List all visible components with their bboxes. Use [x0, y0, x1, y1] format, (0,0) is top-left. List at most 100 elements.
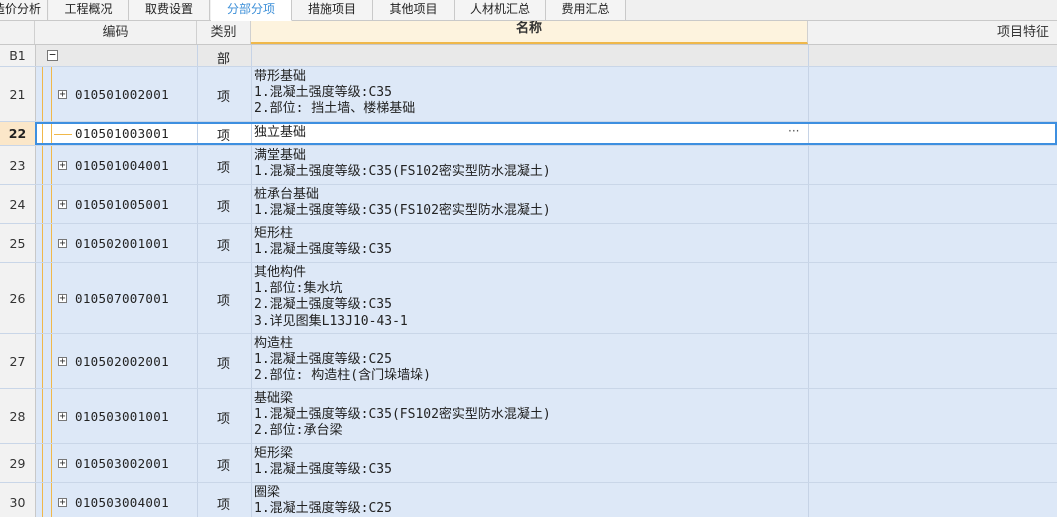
section-row-b1[interactable]: B1− 部: [0, 45, 1057, 67]
row-number[interactable]: 30: [0, 483, 36, 517]
tree-branch-line: [54, 133, 72, 135]
feature-column-header[interactable]: 项目特征: [808, 21, 1057, 44]
category-cell[interactable]: 项: [197, 196, 250, 215]
table-row-selected[interactable]: 22 010501003001 项独立基础 ···: [0, 122, 1057, 146]
tab-measures[interactable]: 措施项目: [292, 0, 373, 20]
item-description-line: 1.部位:集水坑: [254, 281, 343, 297]
column-divider: [251, 444, 252, 482]
item-description-line: 2.部位: 构造柱(含门垛墙垛): [254, 368, 431, 384]
expand-icon[interactable]: +: [58, 238, 67, 248]
tab-other-items[interactable]: 其他项目: [373, 0, 455, 20]
table-row[interactable]: 23 +010501004001 项满堂基础 1.混凝土强度等级:C35(FS102密…: [0, 146, 1057, 185]
item-description-line: 2.部位:承台梁: [254, 423, 343, 439]
category-cell[interactable]: 项: [197, 125, 250, 144]
table-row[interactable]: 21 +010501002001 项带形基础 1.混凝土强度等级:C35 2.部位: 挡…: [0, 67, 1057, 122]
tree-guide-line: [42, 483, 43, 517]
tab-strip: 造价分析工程概况取费设置分部分项措施项目其他项目人材机汇总费用汇总: [0, 0, 1057, 21]
code-cell[interactable]: 010501005001: [75, 197, 169, 212]
column-divider: [808, 389, 809, 443]
table-row[interactable]: 27 +010502002001 项构造柱 1.混凝土强度等级:C25 2.部位: 构造…: [0, 334, 1057, 389]
name-cell[interactable]: 带形基础 1.混凝土强度等级:C35 2.部位: 挡土墙、楼梯基础: [254, 69, 807, 118]
code-cell[interactable]: 010503002001: [75, 456, 169, 471]
expand-icon[interactable]: +: [58, 199, 67, 209]
tab-fee-settings[interactable]: 取费设置: [129, 0, 210, 20]
expand-icon[interactable]: +: [58, 497, 67, 507]
tab-project-overview[interactable]: 工程概况: [49, 0, 129, 20]
tree-guide-line: [42, 122, 43, 145]
row-number[interactable]: 25: [0, 224, 36, 262]
table-row[interactable]: 26 +010507007001 项其他构件 1.部位:集水坑 2.混凝土强度等级:C3…: [0, 263, 1057, 334]
name-cell[interactable]: 矩形梁 1.混凝土强度等级:C35: [254, 446, 807, 478]
row-number[interactable]: 29: [0, 444, 36, 482]
expand-icon[interactable]: +: [58, 89, 67, 99]
table-row[interactable]: 24 +010501005001 项桩承台基础 1.混凝土强度等级:C35(FS102…: [0, 185, 1057, 224]
name-cell[interactable]: 基础梁 1.混凝土强度等级:C35(FS102密实型防水混凝土) 2.部位:承台梁: [254, 391, 807, 440]
category-cell[interactable]: 项: [197, 157, 250, 176]
row-number[interactable]: 24: [0, 185, 36, 223]
code-cell[interactable]: 010503001001: [75, 409, 169, 424]
category-cell[interactable]: 项: [197, 494, 250, 513]
item-name: 矩形梁: [254, 446, 294, 461]
row-number[interactable]: 27: [0, 334, 36, 388]
row-number[interactable]: 28: [0, 389, 36, 443]
code-cell[interactable]: 010502002001: [75, 354, 169, 369]
name-cell[interactable]: 其他构件 1.部位:集水坑 2.混凝土强度等级:C35 3.详见图集L13J10-43…: [254, 265, 807, 330]
table-row[interactable]: 30 +010503004001 项圈梁 1.混凝土强度等级:C25: [0, 483, 1057, 517]
name-cell[interactable]: 桩承台基础 1.混凝土强度等级:C35(FS102密实型防水混凝土): [254, 187, 807, 219]
code-cell[interactable]: 010503004001: [75, 495, 169, 510]
code-column-header[interactable]: 编码: [35, 21, 197, 44]
expand-icon[interactable]: +: [58, 411, 67, 421]
name-cell[interactable]: 满堂基础 1.混凝土强度等级:C35(FS102密实型防水混凝土): [254, 148, 807, 180]
item-name: 矩形柱: [254, 226, 294, 241]
tab-cost-analysis[interactable]: 造价分析: [0, 0, 48, 20]
tab-itemized-works[interactable]: 分部分项: [211, 0, 292, 21]
code-cell[interactable]: 010502001001: [75, 236, 169, 251]
row-number[interactable]: 22: [0, 122, 36, 145]
table-row[interactable]: 28 +010503001001 项基础梁 1.混凝土强度等级:C35(FS102密实…: [0, 389, 1057, 444]
item-name: 基础梁: [254, 391, 294, 406]
tab-labor-material-summary[interactable]: 人材机汇总: [455, 0, 546, 20]
tab-fee-summary[interactable]: 费用汇总: [546, 0, 626, 20]
item-name: 满堂基础: [254, 148, 307, 163]
table-row[interactable]: 25 +010502001001 项矩形柱 1.混凝土强度等级:C35: [0, 224, 1057, 263]
expand-icon[interactable]: +: [58, 293, 67, 303]
expand-icon[interactable]: +: [58, 458, 67, 468]
code-cell[interactable]: 010501003001: [75, 126, 169, 141]
category-cell[interactable]: 项: [197, 455, 250, 474]
expand-icon[interactable]: +: [58, 356, 67, 366]
code-cell[interactable]: 010501004001: [75, 158, 169, 173]
row-number[interactable]: 26: [0, 263, 36, 333]
collapse-icon[interactable]: −: [47, 49, 58, 61]
category-cell[interactable]: 项: [197, 235, 250, 254]
tree-guide-line: [42, 67, 43, 121]
item-name: 桩承台基础: [254, 187, 320, 202]
tree-guide-line: [51, 185, 52, 223]
code-cell[interactable]: 010501002001: [75, 87, 169, 102]
category-cell[interactable]: 项: [197, 86, 250, 105]
expand-icon[interactable]: +: [58, 160, 67, 170]
item-name: 独立基础: [254, 125, 307, 140]
category-cell[interactable]: 项: [197, 408, 250, 427]
code-cell[interactable]: 010507007001: [75, 291, 169, 306]
row-number[interactable]: 21: [0, 67, 36, 121]
table-row[interactable]: 29 +010503002001 项矩形梁 1.混凝土强度等级:C35: [0, 444, 1057, 483]
tree-guide-line: [51, 263, 52, 333]
row-number[interactable]: 23: [0, 146, 36, 184]
column-divider: [197, 483, 198, 517]
column-divider: [197, 444, 198, 482]
column-divider: [251, 224, 252, 262]
name-cell[interactable]: 圈梁 1.混凝土强度等级:C25: [254, 485, 807, 517]
more-options-button[interactable]: ···: [788, 124, 799, 138]
name-cell[interactable]: 构造柱 1.混凝土强度等级:C25 2.部位: 构造柱(含门垛墙垛): [254, 336, 807, 385]
name-cell[interactable]: 矩形柱 1.混凝土强度等级:C35: [254, 226, 807, 258]
category-column-header[interactable]: 类别: [197, 21, 251, 44]
column-divider: [808, 483, 809, 517]
item-description-line: 1.混凝土强度等级:C35: [254, 242, 392, 258]
tree-guide-line: [51, 483, 52, 517]
column-divider: [251, 67, 252, 121]
name-cell[interactable]: 独立基础: [254, 125, 807, 141]
category-cell[interactable]: 项: [197, 353, 250, 372]
grid-header: 编码 类别 名称 项目特征: [0, 21, 1057, 45]
name-column-header[interactable]: 名称: [251, 21, 808, 44]
category-cell[interactable]: 项: [197, 290, 250, 309]
